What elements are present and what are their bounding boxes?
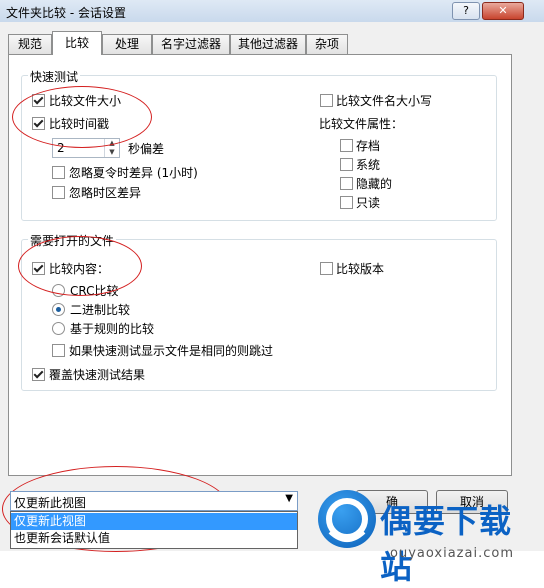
ignore-dst-checkbox[interactable] [52, 166, 65, 179]
override-quick-checkbox[interactable] [32, 368, 45, 381]
attr-archive-label: 存档 [356, 139, 381, 153]
compare-timestamp-checkbox[interactable] [32, 117, 45, 130]
rule-compare-radio[interactable] [52, 322, 65, 335]
tab-compare[interactable]: 比较 [52, 31, 102, 55]
update-scope-dropdown: 仅更新此视图 也更新会话默认值 [10, 511, 298, 549]
attr-system-label: 系统 [356, 158, 381, 172]
window-title: 文件夹比较 - 会话设置 [6, 6, 126, 20]
compare-size-label: 比较文件大小 [49, 94, 122, 108]
title-bar: 文件夹比较 - 会话设置 ? ✕ [0, 0, 544, 23]
compare-size-checkbox[interactable] [32, 94, 45, 107]
watermark-main-text: 偶要下载站 [380, 502, 513, 586]
chevron-down-icon[interactable]: ▼ [285, 493, 293, 504]
dropdown-option-view-only[interactable]: 仅更新此视图 [11, 513, 297, 530]
close-button[interactable]: ✕ [482, 2, 524, 20]
crc-compare-radio[interactable] [52, 284, 65, 297]
tab-misc[interactable]: 杂项 [306, 34, 348, 54]
dialog-body: 规范 比较 处理 名字过滤器 其他过滤器 杂项 快速测试 比较文件大小 比较时间… [0, 22, 544, 586]
update-scope-value: 仅更新此视图 [14, 496, 87, 510]
skip-if-same-checkbox[interactable] [52, 344, 65, 357]
watermark-sub-text: ouyaoxiazai.com [390, 546, 514, 561]
seconds-label: 秒偏差 [128, 142, 165, 156]
dropdown-option-session-defaults[interactable]: 也更新会话默认值 [11, 530, 297, 547]
attr-readonly-checkbox[interactable] [340, 196, 353, 209]
attr-hidden-checkbox[interactable] [340, 177, 353, 190]
skip-if-same-label: 如果快速测试显示文件是相同的则跳过 [69, 344, 274, 358]
attr-readonly-label: 只读 [356, 196, 381, 210]
ignore-timezone-label: 忽略时区差异 [69, 186, 142, 200]
ignore-dst-label: 忽略夏令时差异 (1小时) [69, 166, 198, 180]
logo-icon [318, 490, 376, 548]
override-quick-label: 覆盖快速测试结果 [49, 368, 146, 382]
quick-test-title: 快速测试 [28, 68, 81, 85]
stepper-up-icon[interactable]: ▲ [105, 139, 119, 148]
compare-timestamp-label: 比较时间戳 [49, 117, 110, 131]
attr-archive-checkbox[interactable] [340, 139, 353, 152]
tab-process[interactable]: 处理 [102, 34, 152, 54]
seconds-value: 2 [57, 141, 65, 155]
attr-system-checkbox[interactable] [340, 158, 353, 171]
compare-content-label: 比较内容： [49, 262, 110, 276]
attributes-title: 比较文件属性： [319, 117, 404, 131]
open-files-group: 需要打开的文件 比较内容： 比较版本 CRC比较 二进制比较 基于规则的比较 如… [21, 232, 497, 391]
crc-compare-label: CRC比较 [70, 284, 119, 298]
stepper-down-icon[interactable]: ▼ [105, 148, 119, 157]
tab-spec[interactable]: 规范 [8, 34, 52, 54]
tab-name-filter[interactable]: 名字过滤器 [152, 34, 230, 54]
ignore-timezone-checkbox[interactable] [52, 186, 65, 199]
binary-compare-label: 二进制比较 [70, 303, 131, 317]
compare-version-checkbox[interactable] [320, 262, 333, 275]
attr-hidden-label: 隐藏的 [356, 177, 393, 191]
update-scope-select[interactable]: 仅更新此视图 ▼ [10, 491, 298, 511]
compare-case-checkbox[interactable] [320, 94, 333, 107]
compare-content-checkbox[interactable] [32, 262, 45, 275]
help-button[interactable]: ? [452, 2, 480, 20]
tab-panel: 快速测试 比较文件大小 比较时间戳 2 ▲ ▼ 秒偏差 忽略夏令时差异 (1小时… [8, 54, 512, 476]
rule-compare-label: 基于规则的比较 [70, 322, 155, 336]
binary-compare-radio[interactable] [52, 303, 65, 316]
stepper-buttons: ▲ ▼ [104, 139, 119, 157]
compare-version-label: 比较版本 [336, 262, 385, 276]
open-files-title: 需要打开的文件 [28, 232, 117, 249]
quick-test-group: 快速测试 比较文件大小 比较时间戳 2 ▲ ▼ 秒偏差 忽略夏令时差异 (1小时… [21, 68, 497, 221]
tab-other-filter[interactable]: 其他过滤器 [230, 34, 306, 54]
watermark-logo: 偶要下载站 ouyaoxiazai.com [318, 490, 538, 586]
seconds-stepper[interactable]: 2 ▲ ▼ [52, 138, 120, 158]
compare-case-label: 比较文件名大小写 [336, 94, 433, 108]
